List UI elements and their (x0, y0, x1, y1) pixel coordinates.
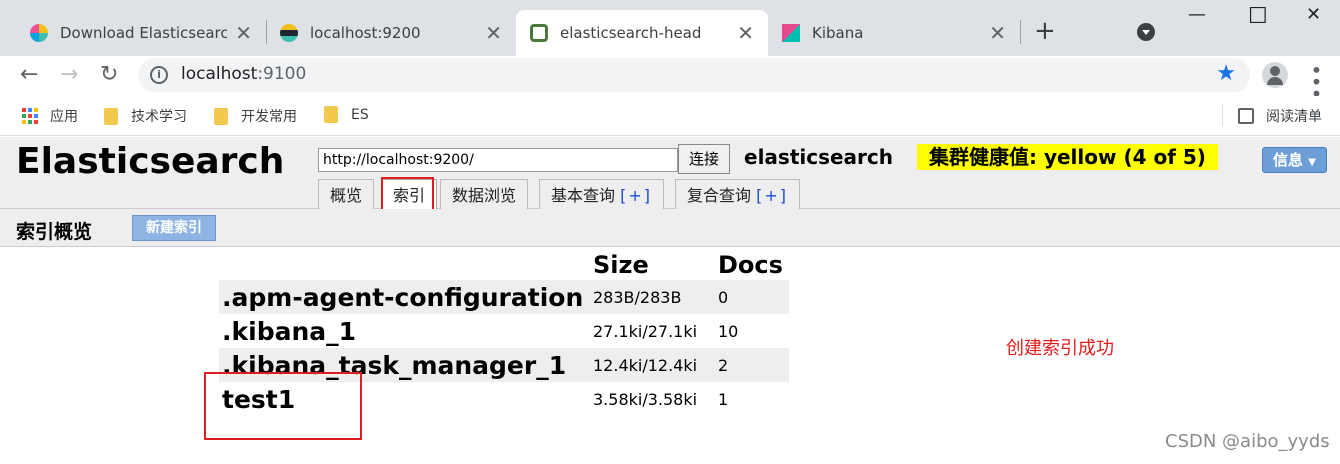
success-annotation: 创建索引成功 (1006, 338, 1114, 359)
bookmark-apps[interactable]: 应用 (22, 106, 78, 126)
new-index-button[interactable]: 新建索引 (132, 215, 216, 241)
browser-tab-strip: Download Elasticsearch ✕ localhost:9200 … (0, 0, 1340, 56)
tab-overview[interactable]: 概览 (318, 179, 375, 209)
cluster-health-badge: 集群健康值: yellow (4 of 5) (917, 144, 1218, 170)
tab-search-icon[interactable] (1137, 23, 1155, 41)
chevron-down-icon: ▼ (1308, 157, 1316, 168)
connect-button[interactable]: 连接 (678, 144, 730, 174)
browser-tab-download-elasticsearch[interactable]: Download Elasticsearch ✕ (16, 10, 266, 56)
index-docs: 2 (715, 348, 789, 382)
browser-tab-title: localhost:9200 (310, 24, 421, 42)
url-host: localhost (181, 64, 258, 84)
back-arrow-icon[interactable]: ← (20, 62, 38, 87)
elastic-logo-icon (280, 24, 298, 42)
close-icon[interactable]: ✕ (989, 21, 1006, 45)
bookmarks-bar: 应用 技术学习 开发常用 ES 阅读清单 (0, 96, 1340, 136)
table-row[interactable]: .kibana_1 27.1ki/27.1ki 10 (219, 314, 789, 348)
reading-list-label: 阅读清单 (1266, 109, 1322, 125)
close-icon[interactable]: ✕ (235, 21, 252, 45)
forward-arrow-icon[interactable]: → (60, 62, 78, 87)
browser-tab-elasticsearch-head[interactable]: elasticsearch-head ✕ (516, 10, 768, 56)
maximize-icon[interactable]: ☐ (1248, 4, 1268, 29)
tab-plus: [+] (620, 186, 652, 205)
reading-list-icon (1238, 108, 1254, 124)
index-name[interactable]: .apm-agent-configuration (219, 280, 590, 314)
index-size: 3.58ki/3.58ki (593, 389, 698, 409)
bookmark-folder-dev[interactable]: 开发常用 (214, 106, 297, 126)
highlight-box-new-index (204, 372, 362, 440)
reading-list[interactable]: 阅读清单 (1238, 106, 1322, 126)
kibana-logo-icon (782, 24, 800, 42)
address-url: localhost:9100 (181, 64, 306, 84)
bookmark-star-icon[interactable]: ★ (1216, 61, 1236, 86)
index-size: 283B/283B (590, 280, 715, 314)
folder-icon (214, 107, 228, 125)
browser-tab-localhost-9200[interactable]: localhost:9200 ✕ (266, 10, 516, 56)
minimize-icon[interactable]: — (1188, 4, 1206, 25)
es-head-header: Elasticsearch 连接 elasticsearch 集群健康值: ye… (0, 137, 1340, 209)
table-row[interactable]: .apm-agent-configuration 283B/283B 0 (219, 280, 789, 314)
bookmark-label: 应用 (50, 109, 78, 125)
browser-tab-title: Download Elasticsearch (60, 24, 228, 42)
bookmark-label: 开发常用 (241, 109, 297, 125)
browser-menu-icon[interactable]: ••• (1304, 64, 1328, 99)
index-docs: 10 (718, 321, 739, 341)
column-header-docs: Docs (718, 251, 783, 279)
column-header-name (219, 250, 590, 280)
tab-data-browser[interactable]: 数据浏览 (440, 179, 529, 209)
apps-grid-icon (22, 108, 38, 124)
bookmark-separator (1222, 104, 1223, 126)
index-overview-bar: 索引概览 新建索引 (0, 209, 1340, 247)
address-bar[interactable]: i localhost:9100 ★ (138, 58, 1250, 92)
app-logo: Elasticsearch (16, 141, 285, 182)
connection-url-input[interactable] (318, 148, 678, 172)
profile-avatar-icon[interactable] (1262, 62, 1288, 88)
folder-icon (104, 107, 118, 125)
info-label: 信息 (1273, 151, 1304, 169)
bookmark-folder-tech[interactable]: 技术学习 (104, 106, 187, 126)
index-overview-title: 索引概览 (16, 221, 93, 243)
browser-tab-title: elasticsearch-head (560, 24, 702, 42)
tab-basic-query[interactable]: 基本查询 [+] (539, 179, 664, 209)
tab-label: 基本查询 (551, 186, 616, 205)
close-icon[interactable]: ✕ (737, 21, 754, 45)
column-header-size: Size (593, 251, 649, 279)
bookmark-folder-es[interactable]: ES (324, 106, 369, 123)
bookmark-label: ES (351, 106, 369, 123)
browser-toolbar: ← → ↻ i localhost:9100 ★ ••• (0, 56, 1340, 99)
close-icon[interactable]: ✕ (485, 21, 502, 45)
tab-separator (1020, 20, 1021, 44)
cluster-name: elasticsearch (744, 145, 894, 169)
tab-compound-query[interactable]: 复合查询 [+] (675, 179, 800, 209)
tab-label: 复合查询 (687, 186, 752, 205)
tab-plus: [+] (756, 186, 788, 205)
index-size: 27.1ki/27.1ki (593, 321, 698, 341)
url-port: :9100 (257, 64, 307, 84)
site-info-icon[interactable]: i (150, 66, 168, 84)
index-docs: 0 (715, 280, 789, 314)
table-header-row: Size Docs (219, 250, 789, 280)
head-plugin-icon (530, 24, 548, 42)
watermark: CSDN @aibo_yyds (1165, 431, 1330, 452)
index-name[interactable]: .kibana_1 (219, 314, 590, 348)
reload-icon[interactable]: ↻ (100, 62, 118, 87)
index-docs: 1 (718, 389, 729, 409)
new-tab-plus-icon[interactable]: + (1034, 16, 1056, 46)
browser-tab-title: Kibana (812, 24, 864, 42)
browser-tab-kibana[interactable]: Kibana ✕ (768, 10, 1020, 56)
index-size: 12.4ki/12.4ki (590, 348, 715, 382)
info-dropdown-button[interactable]: 信息 ▼ (1262, 147, 1327, 173)
bookmark-label: 技术学习 (131, 109, 187, 125)
folder-icon (324, 106, 338, 123)
elastic-logo-icon (30, 24, 48, 42)
window-close-icon[interactable]: ✕ (1306, 4, 1321, 25)
